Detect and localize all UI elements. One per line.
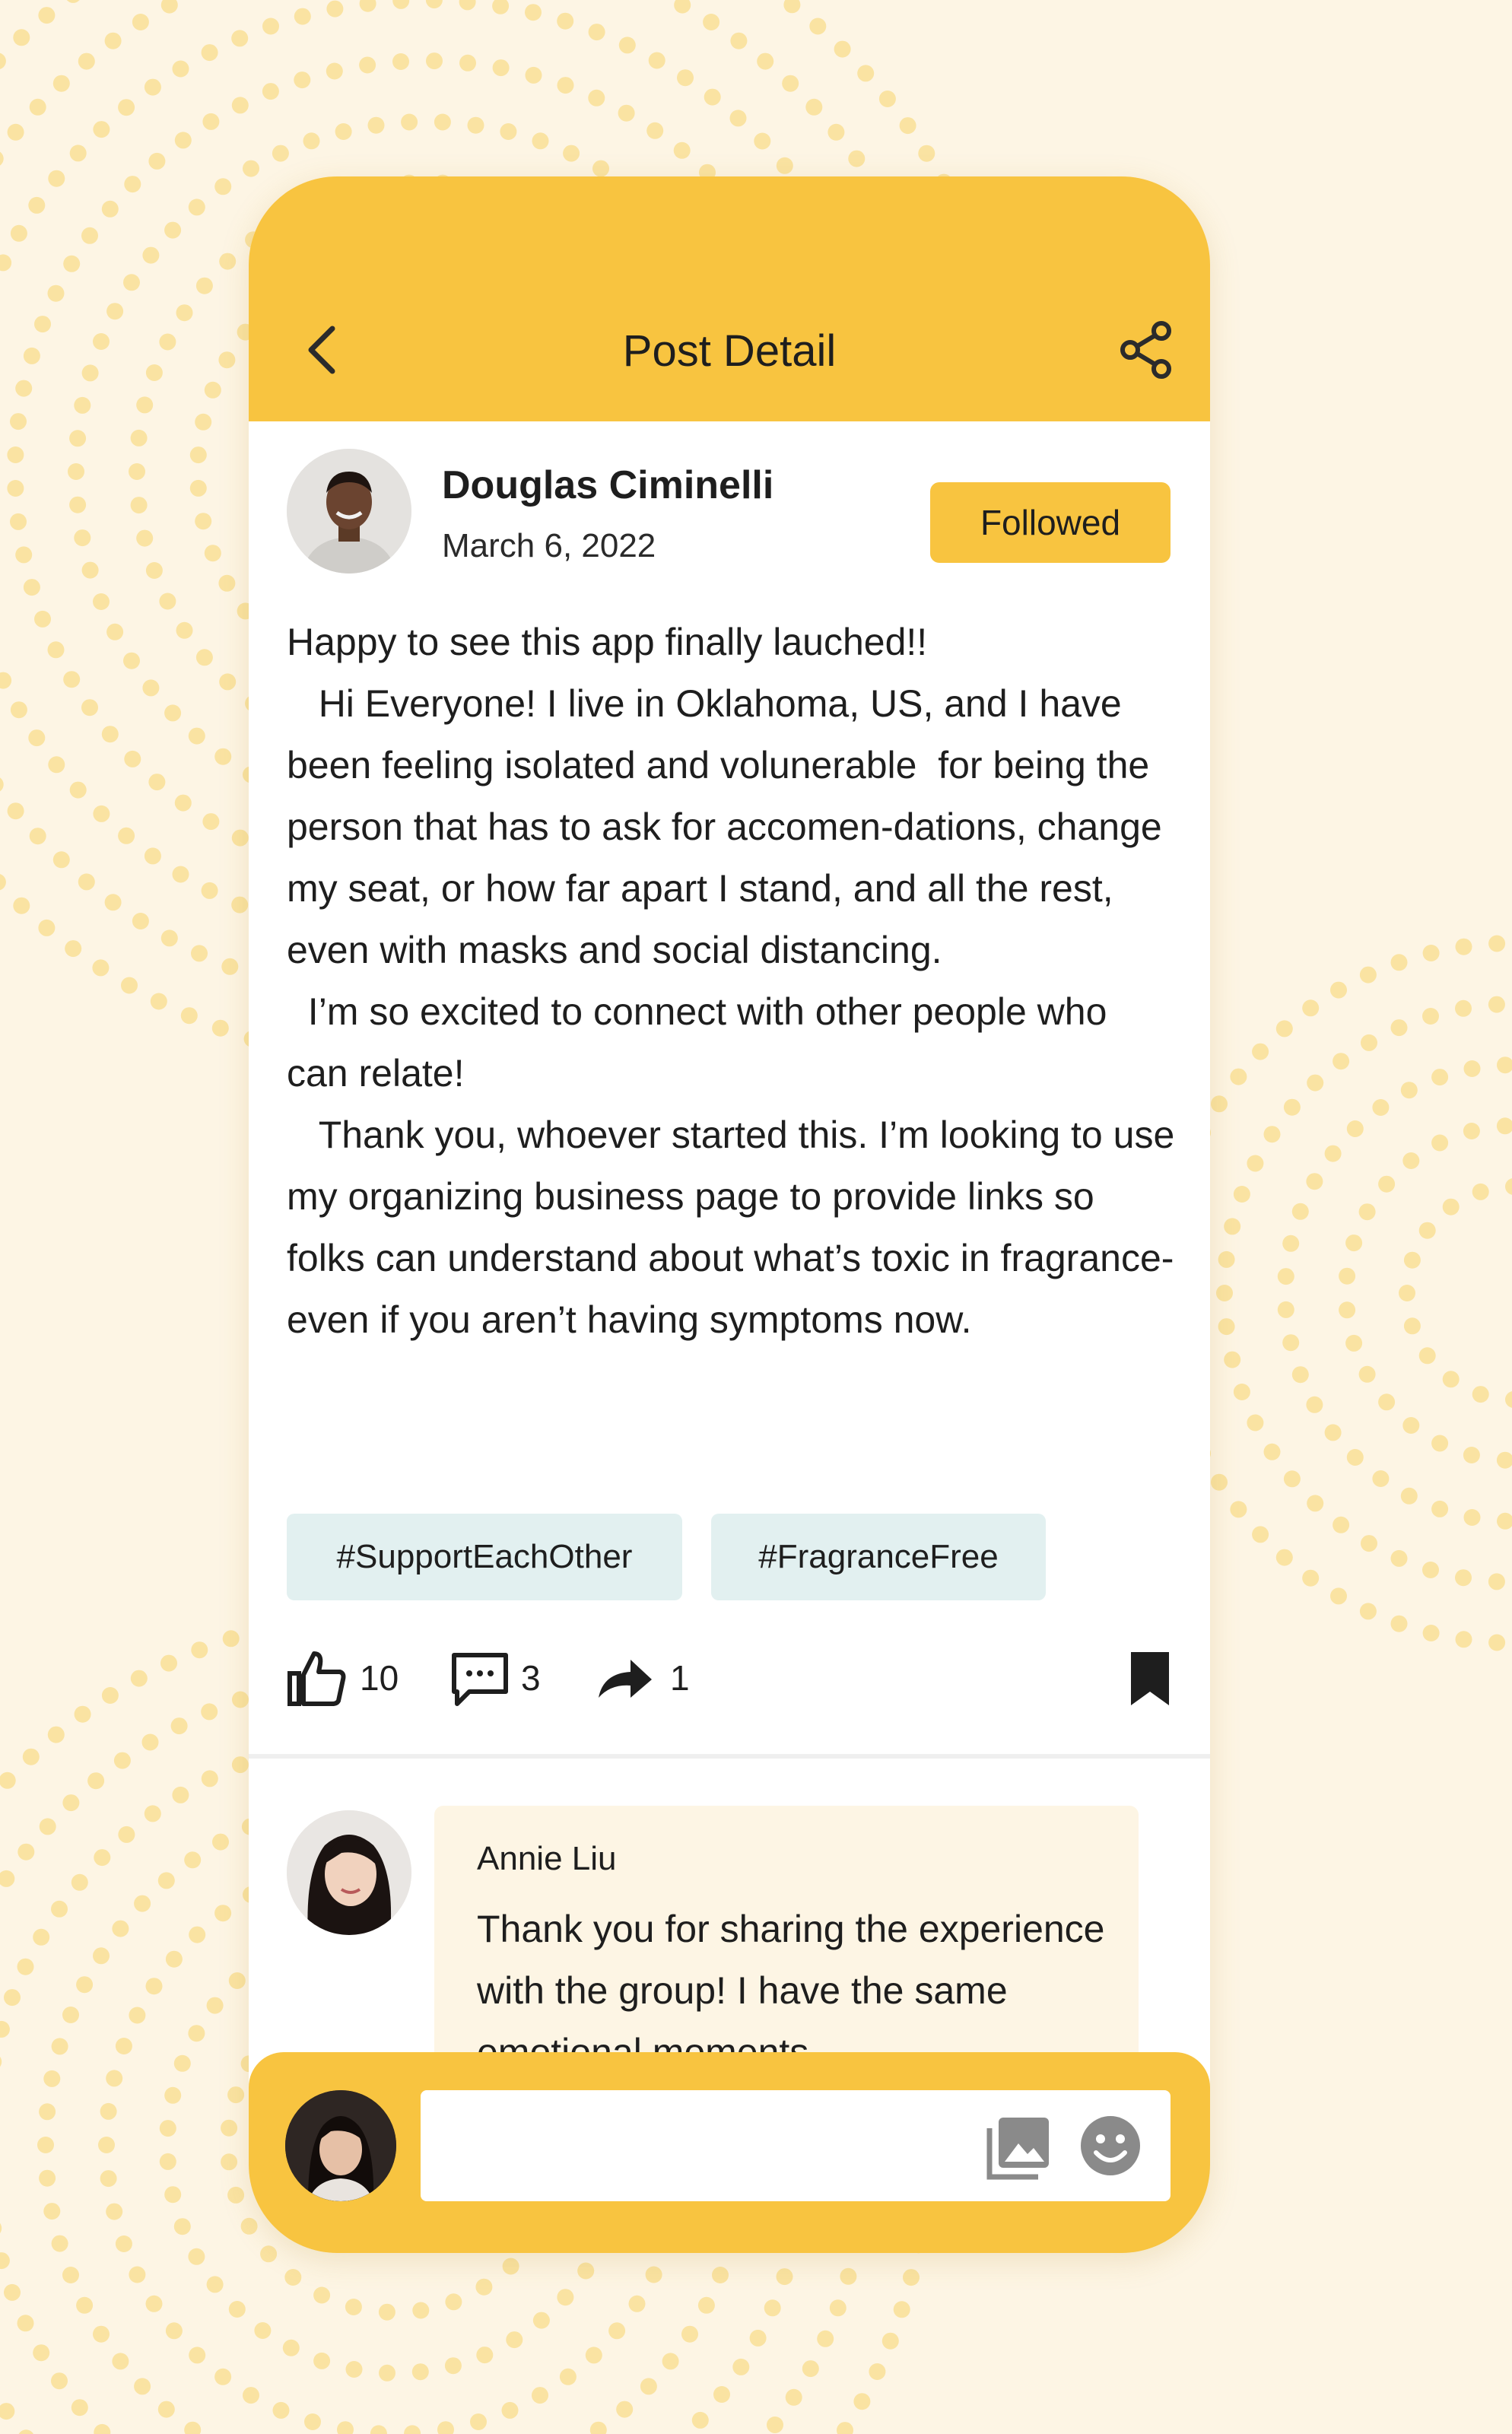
header-bar: Post Detail — [249, 176, 1210, 421]
comment-icon — [452, 1653, 508, 1706]
forward-arrow-icon — [599, 1660, 652, 1698]
post-body: Happy to see this app finally lauched!! … — [287, 612, 1177, 1351]
commenter-avatar[interactable] — [287, 1810, 411, 1935]
bookmark-icon — [1131, 1652, 1169, 1705]
share-button[interactable] — [1114, 318, 1178, 382]
current-user-avatar[interactable] — [285, 2090, 396, 2201]
author-avatar[interactable] — [287, 449, 411, 574]
emoji-icon — [1081, 2116, 1140, 2175]
share-icon — [1120, 321, 1171, 379]
avatar — [287, 1810, 411, 1935]
hashtag-chip[interactable]: #SupportEachOther — [287, 1514, 682, 1600]
thumbs-up-icon — [287, 1651, 346, 1706]
avatar — [285, 2090, 396, 2201]
attach-image-button[interactable] — [986, 2115, 1052, 2180]
phone-screen: Post Detail Douglas Ciminelli March 6, 2… — [249, 176, 1210, 2253]
like-button[interactable]: 10 — [287, 1644, 401, 1713]
comment-button[interactable]: 3 — [449, 1644, 556, 1713]
comment-count: 3 — [521, 1658, 541, 1698]
post-paragraph: Happy to see this app finally lauched!! — [287, 621, 928, 663]
hashtag-chip[interactable]: #FragranceFree — [711, 1514, 1046, 1600]
like-count: 10 — [360, 1658, 399, 1698]
avatar — [287, 449, 411, 574]
page-title: Post Detail — [622, 326, 837, 376]
image-icon — [986, 2118, 1049, 2180]
reshare-button[interactable]: 1 — [594, 1644, 693, 1713]
post-paragraph: Hi Everyone! I live in Oklahoma, US, and… — [287, 682, 1173, 971]
followed-button[interactable]: Followed — [930, 482, 1171, 563]
comment-composer — [249, 2052, 1210, 2253]
post-paragraph: I’m so excited to connect with other peo… — [287, 990, 1118, 1095]
author-name[interactable]: Douglas Ciminelli — [442, 462, 773, 508]
comment-author-name[interactable]: Annie Liu — [477, 1839, 616, 1879]
comment-input[interactable] — [421, 2090, 1171, 2201]
post-date: March 6, 2022 — [442, 527, 656, 564]
share-count: 1 — [670, 1658, 690, 1698]
emoji-button[interactable] — [1079, 2115, 1142, 2177]
bookmark-button[interactable] — [1125, 1649, 1175, 1710]
post-paragraph: Thank you, whoever started this. I’m loo… — [287, 1114, 1186, 1341]
section-divider — [249, 1754, 1210, 1759]
